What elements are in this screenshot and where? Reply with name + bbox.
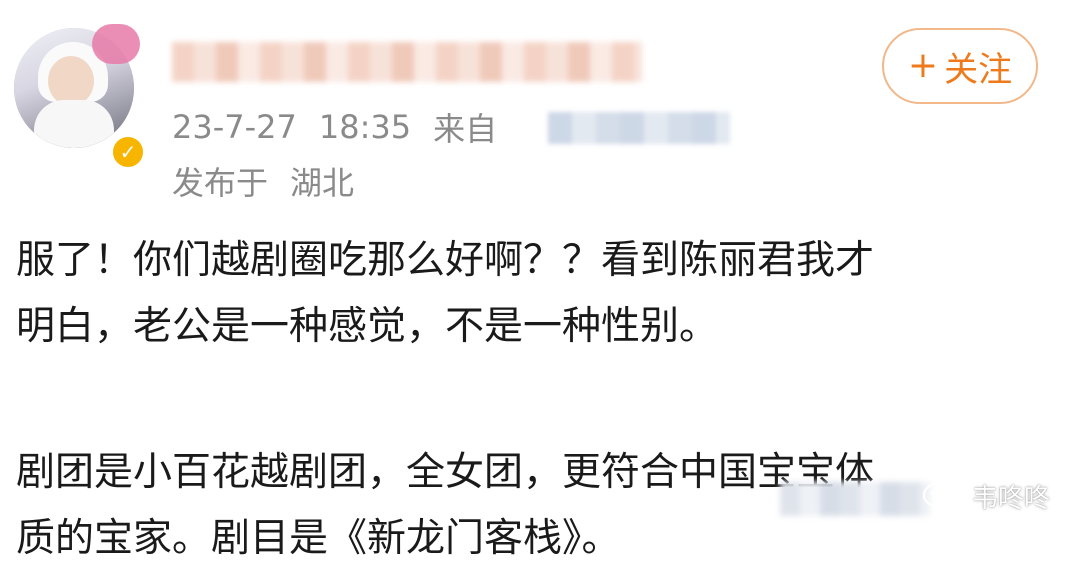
location-place: 湖北 (290, 164, 355, 202)
post-content: 服了！你们越剧圈吃那么好啊？？看到陈丽君我才 明白，老公是一种感觉，不是一种性别… (16, 228, 1066, 572)
follow-button-label: 关注 (944, 49, 1013, 90)
location-prefix: 发布于 (172, 164, 269, 202)
verified-badge-icon: ✓ (110, 134, 146, 170)
post-text-line: 明白，老公是一种感觉，不是一种性别。 (16, 304, 719, 349)
post-meta: 23-7-27 18:35 来自 (172, 104, 497, 150)
wechat-icon (922, 482, 961, 510)
blurred-source[interactable] (548, 112, 730, 144)
plus-icon: + (907, 45, 939, 86)
blurred-link[interactable] (780, 482, 930, 516)
avatar[interactable]: ✓ (14, 24, 146, 170)
post-time: 18:35 (318, 108, 412, 146)
post-date: 23-7-27 (172, 108, 297, 146)
follow-button[interactable]: + 关注 (882, 28, 1038, 104)
post-text-line: 服了！你们越剧圈吃那么好啊？？看到陈丽君我才 (16, 238, 875, 283)
source-prefix: 来自 (433, 110, 498, 148)
watermark-text: 韦咚咚 (972, 484, 1051, 514)
post-location: 发布于 湖北 (172, 158, 354, 204)
blurred-username[interactable] (172, 42, 642, 82)
watermark: 韦咚咚 (922, 478, 1050, 515)
heart-sticker-icon (92, 24, 140, 64)
